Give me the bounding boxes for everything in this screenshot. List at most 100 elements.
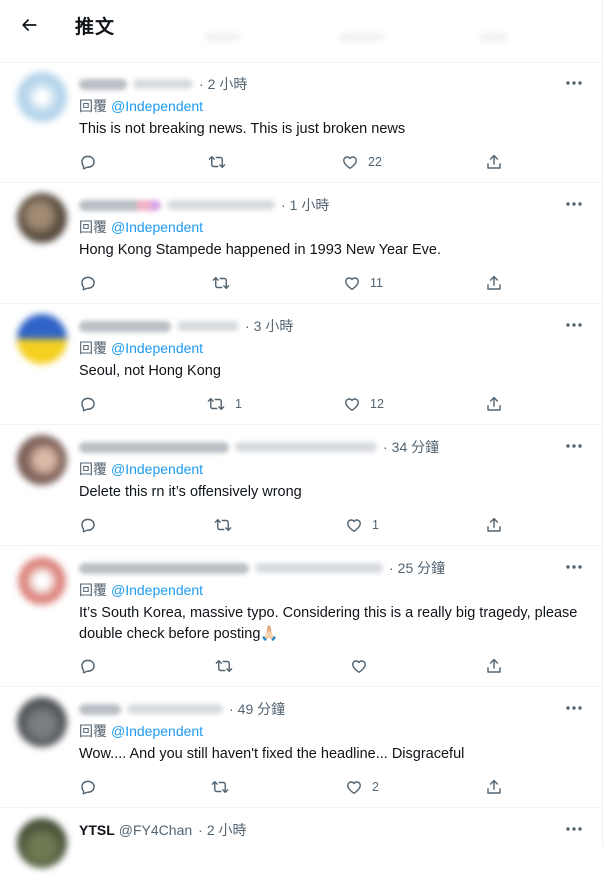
author-handle[interactable]: @FY4Chan bbox=[119, 822, 192, 838]
tweet[interactable]: · 34 分鐘 回覆 @Independent Delete this rn it… bbox=[0, 425, 602, 546]
author-handle[interactable] bbox=[133, 79, 193, 89]
author-name[interactable] bbox=[79, 562, 249, 574]
reply-icon bbox=[81, 397, 95, 412]
tweet-time[interactable]: 2 小時 bbox=[208, 74, 248, 94]
author-name[interactable] bbox=[79, 78, 127, 90]
reply-button[interactable] bbox=[79, 777, 106, 797]
back-button[interactable] bbox=[12, 8, 46, 42]
tweet-actions bbox=[79, 656, 519, 676]
tweet[interactable]: · 2 小時 回覆 @Independent This is not breaki… bbox=[0, 62, 602, 183]
tweet[interactable]: YTSL @FY4Chan · 2 小時 bbox=[0, 808, 602, 888]
avatar[interactable] bbox=[17, 697, 67, 747]
heart-icon bbox=[347, 519, 361, 532]
reply-button[interactable] bbox=[79, 152, 106, 172]
replying-to-link[interactable]: @Independent bbox=[111, 582, 203, 598]
tweet[interactable]: · 49 分鐘 回覆 @Independent Wow.... And you s… bbox=[0, 687, 602, 808]
share-button[interactable] bbox=[485, 394, 503, 414]
more-button[interactable] bbox=[564, 439, 584, 453]
like-button[interactable]: 11 bbox=[343, 273, 383, 293]
tweet-text: Seoul, not Hong Kong bbox=[79, 363, 221, 379]
retweet-icon bbox=[215, 660, 233, 672]
like-count: 11 bbox=[370, 276, 383, 290]
avatar[interactable] bbox=[17, 556, 67, 606]
more-dots-icon bbox=[566, 827, 582, 831]
share-icon bbox=[487, 396, 501, 411]
replying-label: 回覆 bbox=[79, 723, 107, 739]
tweet-time[interactable]: 49 分鐘 bbox=[238, 699, 285, 719]
more-dots-icon bbox=[566, 444, 582, 448]
tweet[interactable]: · 1 小時 回覆 @Independent Hong Kong Stampede… bbox=[0, 183, 602, 304]
retweet-button[interactable] bbox=[211, 273, 240, 293]
tweet-meta: · 25 分鐘 bbox=[79, 559, 445, 577]
avatar[interactable] bbox=[17, 72, 67, 122]
separator-dot: · bbox=[198, 822, 203, 838]
retweet-button[interactable] bbox=[207, 152, 236, 172]
more-button[interactable] bbox=[564, 560, 584, 574]
author-name[interactable] bbox=[79, 199, 161, 211]
tweet-actions: 1 bbox=[79, 515, 519, 535]
avatar[interactable] bbox=[17, 314, 67, 364]
author-name[interactable] bbox=[79, 320, 171, 332]
author-name[interactable]: YTSL bbox=[79, 822, 115, 838]
author-name[interactable] bbox=[79, 441, 229, 453]
tweet[interactable]: · 3 小時 回覆 @Independent Seoul, not Hong Ko… bbox=[0, 304, 602, 425]
author-handle[interactable] bbox=[167, 200, 275, 210]
reply-icon bbox=[81, 276, 95, 291]
like-button[interactable] bbox=[350, 656, 377, 676]
tweet-time[interactable]: 2 小時 bbox=[207, 820, 247, 840]
more-button[interactable] bbox=[564, 822, 584, 836]
replying-to-link[interactable]: @Independent bbox=[111, 98, 203, 114]
retweet-button[interactable]: 1 bbox=[206, 394, 242, 414]
reply-button[interactable] bbox=[79, 515, 106, 535]
avatar[interactable] bbox=[17, 818, 67, 868]
retweet-button[interactable] bbox=[213, 515, 242, 535]
share-button[interactable] bbox=[485, 273, 503, 293]
retweet-button[interactable] bbox=[214, 656, 243, 676]
author-handle[interactable] bbox=[255, 563, 383, 573]
author-handle[interactable] bbox=[127, 704, 223, 714]
more-button[interactable] bbox=[564, 701, 584, 715]
reply-icon bbox=[81, 518, 95, 533]
tweet-actions: 1 12 bbox=[79, 394, 519, 414]
tweet[interactable]: · 25 分鐘 回覆 @Independent It’s South Korea,… bbox=[0, 546, 602, 687]
more-button[interactable] bbox=[564, 76, 584, 90]
replying-to-link[interactable]: @Independent bbox=[111, 340, 203, 356]
tweet-time[interactable]: 1 小時 bbox=[290, 195, 330, 215]
replying-to: 回覆 @Independent bbox=[79, 338, 203, 358]
replying-to-link[interactable]: @Independent bbox=[111, 723, 203, 739]
like-button[interactable]: 12 bbox=[343, 394, 384, 414]
share-button[interactable] bbox=[485, 515, 503, 535]
avatar[interactable] bbox=[17, 193, 67, 243]
share-icon bbox=[487, 779, 501, 794]
author-handle[interactable] bbox=[177, 321, 239, 331]
like-button[interactable]: 2 bbox=[345, 777, 379, 797]
author-handle[interactable] bbox=[235, 442, 377, 452]
like-button[interactable]: 22 bbox=[341, 152, 382, 172]
share-button[interactable] bbox=[485, 152, 503, 172]
separator-dot: · bbox=[281, 197, 286, 213]
tweet-time[interactable]: 34 分鐘 bbox=[392, 437, 439, 457]
tweet-meta: · 2 小時 bbox=[79, 75, 247, 93]
reply-button[interactable] bbox=[79, 394, 106, 414]
more-button[interactable] bbox=[564, 197, 584, 211]
like-button[interactable]: 1 bbox=[345, 515, 379, 535]
more-button[interactable] bbox=[564, 318, 584, 332]
tweet-text: Delete this rn it’s offensively wrong bbox=[79, 484, 302, 500]
reply-button[interactable] bbox=[79, 273, 106, 293]
replying-label: 回覆 bbox=[79, 582, 107, 598]
share-icon bbox=[487, 275, 501, 290]
replying-to-link[interactable]: @Independent bbox=[111, 461, 203, 477]
heart-icon bbox=[345, 277, 359, 290]
tweet-time[interactable]: 3 小時 bbox=[254, 316, 294, 336]
replying-to-link[interactable]: @Independent bbox=[111, 219, 203, 235]
tweet-time[interactable]: 25 分鐘 bbox=[398, 558, 445, 578]
retweet-button[interactable] bbox=[210, 777, 239, 797]
heart-icon bbox=[345, 398, 359, 411]
reply-button[interactable] bbox=[79, 656, 106, 676]
share-button[interactable] bbox=[485, 777, 503, 797]
retweet-icon bbox=[214, 519, 232, 531]
author-name[interactable] bbox=[79, 703, 121, 715]
share-button[interactable] bbox=[485, 656, 503, 676]
tweet-text: This is not breaking news. This is just … bbox=[79, 121, 406, 137]
avatar[interactable] bbox=[17, 435, 67, 485]
